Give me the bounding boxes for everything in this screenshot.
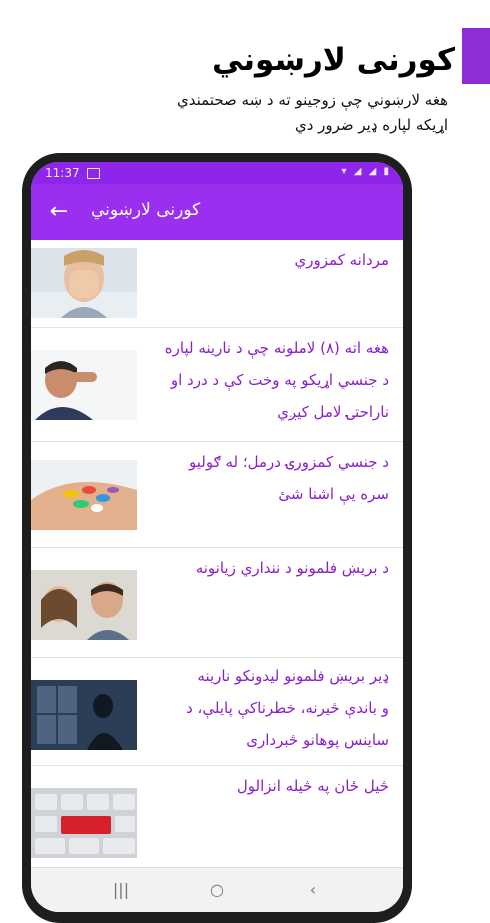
list-item-title: څيل ځان په څيله انزالول: [236, 777, 389, 795]
android-nav-bar: ||| ○ ‹: [31, 867, 403, 912]
home-button[interactable]: ○: [197, 878, 237, 902]
promo-subtitle: هغه لارښوني چې زوجينو ته د ښه صحتمندي اړ…: [88, 88, 448, 138]
list-item-title: مردانه کمزوري: [294, 251, 389, 269]
list-item-title: هغه اته (۸) لاملونه چې د نارينه لپاره د …: [164, 339, 389, 421]
thumbnail-man-at-window: [31, 680, 137, 750]
thumbnail-keyboard-red-key: [31, 788, 137, 858]
recent-apps-button[interactable]: |||: [101, 878, 141, 902]
promo-title: كورنى لارښوني: [212, 42, 455, 78]
signal-battery-icons: ▾ ◢ ◢ ▮: [341, 166, 391, 177]
thumbnail-pills-in-hand: [31, 460, 137, 530]
back-arrow-icon[interactable]: ←: [43, 196, 75, 228]
list-item[interactable]: څيل ځان په څيله انزالول: [31, 766, 403, 876]
list-item[interactable]: مردانه کمزوري: [31, 240, 403, 328]
accent-bar: [462, 28, 490, 84]
gallery-notification-icon: [87, 168, 100, 179]
phone-frame: 11:37 ▾ ◢ ◢ ▮ ← كورنى لارښوني مردانه کمز…: [22, 153, 412, 923]
thumbnail-couple-smiling: [31, 570, 137, 640]
promo-subtitle-line-2: اړيکه لپاره ډير ضرور دي: [294, 116, 448, 134]
thumbnail-man-covering-face: [31, 248, 137, 318]
list-item[interactable]: هغه اته (۸) لاملونه چې د نارينه لپاره د …: [31, 328, 403, 442]
list-item-title: د جنسي کمزورۍ درمل؛ له ګوليو سره يې اشنا…: [188, 453, 389, 503]
list-item[interactable]: د بريښ فلمونو د ننداري زيانونه: [31, 548, 403, 658]
status-bar: 11:37 ▾ ◢ ◢ ▮: [31, 162, 403, 184]
promo-subtitle-line-1: هغه لارښوني چې زوجينو ته د ښه صحتمندي: [177, 91, 448, 109]
list-item[interactable]: د جنسي کمزورۍ درمل؛ له ګوليو سره يې اشنا…: [31, 442, 403, 548]
app-bar: ← كورنى لارښوني: [31, 184, 403, 240]
app-bar-title: كورنى لارښوني: [91, 200, 201, 220]
phone-screen: 11:37 ▾ ◢ ◢ ▮ ← كورنى لارښوني مردانه کمز…: [31, 162, 403, 912]
status-time: 11:37: [45, 166, 80, 180]
list-item-title: ډير بريښ فلمونو ليدونکو نارينه و باندې څ…: [186, 667, 389, 749]
thumbnail-man-stressed: [31, 350, 137, 420]
nav-back-button[interactable]: ‹: [293, 878, 333, 902]
list-item-title: د بريښ فلمونو د ننداري زيانونه: [195, 559, 389, 577]
article-list: مردانه کمزوري هغه اته (۸) لاملونه چې د ن…: [31, 240, 403, 876]
list-item[interactable]: ډير بريښ فلمونو ليدونکو نارينه و باندې څ…: [31, 658, 403, 766]
